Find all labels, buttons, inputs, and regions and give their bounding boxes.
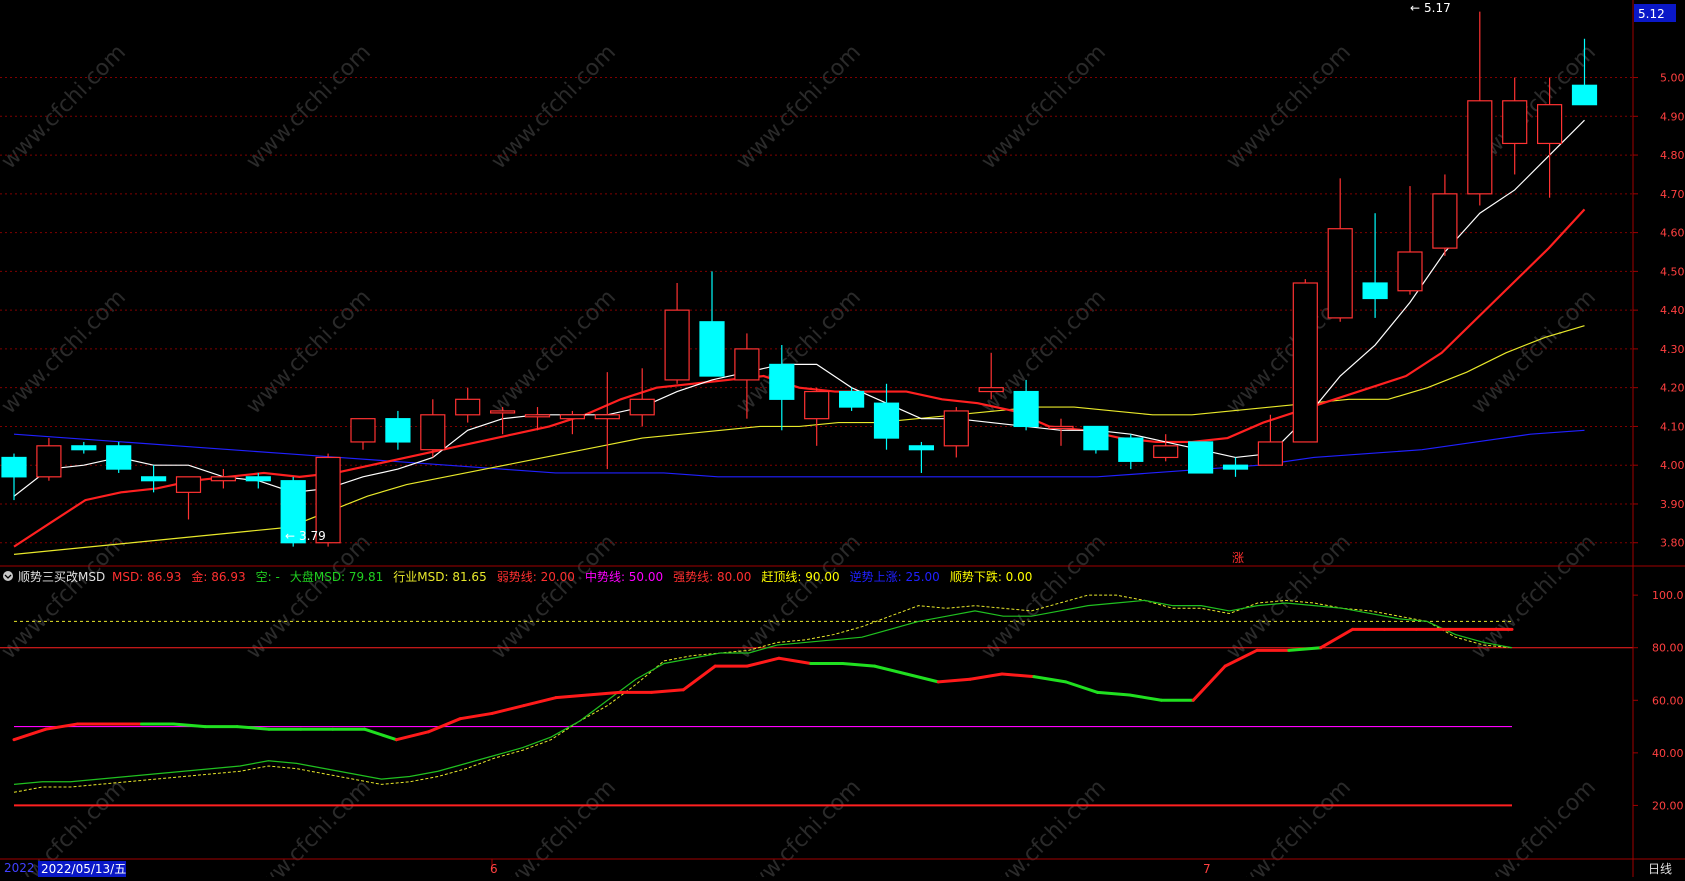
chart-background [0, 0, 1685, 877]
candle-body [1502, 100, 1528, 145]
candle-body [1187, 441, 1214, 474]
candle-body [1257, 441, 1284, 466]
indicator-tick-label: 40.00 [1652, 747, 1684, 760]
candle-body [769, 363, 795, 400]
candle-body [524, 414, 551, 418]
legend-item: 中势线: 50.00 [585, 569, 663, 584]
legend-item: 赶顶线: 90.00 [761, 570, 839, 584]
candle-body [420, 414, 446, 451]
candle-body [1571, 84, 1598, 106]
candle-body [71, 445, 97, 451]
candle-body [594, 414, 620, 420]
candle-body [1292, 282, 1318, 443]
price-tick-label: 5.00 [1660, 72, 1685, 85]
legend-item: 空: - [256, 570, 280, 584]
price-tick-label: 4.00 [1660, 459, 1685, 472]
legend-item: MSD: 86.93 [112, 570, 181, 584]
candle-body [455, 398, 481, 416]
candle-body [141, 476, 167, 482]
candle-body [385, 418, 411, 443]
candle-body [490, 410, 516, 414]
candle-body [629, 398, 655, 416]
price-tick-label: 4.40 [1660, 304, 1685, 317]
candle-body [908, 445, 935, 451]
stock-chart-window[interactable]: www.cfchi.com www.cfchi.com www.cfchi.com w… [0, 0, 1685, 881]
indicator-tick-label: 100.0 [1652, 589, 1684, 602]
candle-body [664, 309, 690, 381]
price-tick-label: 4.60 [1660, 227, 1685, 240]
candle-body [1222, 464, 1249, 470]
candle-body [1362, 282, 1388, 300]
period-label[interactable]: 日线 [1648, 862, 1672, 876]
indicator-tick-label: 80.00 [1652, 642, 1684, 655]
candle-body [210, 476, 236, 482]
candle[interactable] [1083, 425, 1109, 454]
candle-body [1013, 390, 1039, 428]
candle-body [559, 414, 586, 420]
candle-body [1536, 104, 1563, 145]
candle-body [1327, 228, 1353, 319]
legend-item: 金: 86.93 [191, 569, 245, 584]
price-tick-label: 4.70 [1660, 188, 1685, 201]
legend-collapse-icon[interactable] [3, 571, 13, 581]
candle-body [943, 410, 969, 447]
legend-item: 弱势线: 20.00 [497, 570, 575, 584]
indicator-tick-label: 20.00 [1652, 799, 1684, 812]
candle-body [245, 476, 271, 482]
candle[interactable] [1187, 441, 1214, 474]
chart-canvas[interactable]: www.cfchi.com www.cfchi.com www.cfchi.com w… [0, 0, 1685, 881]
candle[interactable] [106, 441, 132, 473]
candle-body [1397, 251, 1423, 292]
candle-body [36, 445, 62, 478]
candle-body [699, 321, 725, 377]
candle[interactable] [838, 387, 865, 411]
cursor-date-label: 2022/05/13/五 [41, 862, 126, 876]
month-label-6: 6 [490, 862, 498, 876]
indicator-legend: 顺势三买改MSD MSD: 86.93 金: 86.93 空: - 大盘MSD: 79… [3, 569, 1032, 584]
candle[interactable] [1292, 279, 1318, 443]
price-tick-label: 4.50 [1660, 265, 1685, 278]
legend-item: 强势线: 80.00 [673, 570, 751, 584]
low-arrow: ← [285, 529, 295, 543]
candle-body [175, 476, 202, 493]
legend-item: 顺势下跌: 0.00 [950, 569, 1033, 584]
price-tick-label: 4.20 [1660, 382, 1685, 395]
legend-item: 行业MSD: 81.65 [393, 570, 486, 584]
candle-body [873, 402, 900, 439]
candle-body [978, 387, 1004, 393]
legend-item: 大盘MSD: 79.81 [290, 569, 383, 584]
candle-body [350, 418, 376, 443]
current-price-label: 5.12 [1638, 7, 1665, 21]
price-tick-label: 4.90 [1660, 110, 1685, 123]
price-tick-label: 3.80 [1660, 537, 1685, 550]
candle-body [804, 390, 830, 420]
month-label-7: 7 [1203, 862, 1211, 876]
candle-body [734, 348, 760, 381]
price-tick-label: 3.90 [1660, 498, 1685, 511]
price-tick-label: 4.30 [1660, 343, 1685, 356]
high-arrow: ← [1410, 1, 1420, 15]
candle-body [1083, 425, 1109, 451]
legend-item: 逆势上涨: 25.00 [850, 569, 940, 584]
candle-body [106, 445, 132, 470]
price-tick-label: 4.80 [1660, 149, 1685, 162]
indicator-name[interactable]: 顺势三买改MSD [18, 570, 105, 584]
candle-body [1153, 445, 1179, 459]
candle-body [1467, 100, 1493, 195]
low-price-annotation: 3.79 [299, 529, 326, 543]
date-year-fragment: 2022 [4, 861, 35, 875]
candle-body [838, 390, 865, 408]
candle-body [1048, 425, 1074, 430]
candle-body [1432, 193, 1458, 249]
price-tick-label: 4.10 [1660, 420, 1685, 433]
high-price-annotation: 5.17 [1424, 1, 1451, 15]
candle-body [1, 456, 27, 478]
indicator-tick-label: 60.00 [1652, 694, 1684, 707]
candle-body [1118, 437, 1144, 462]
rise-marker: 涨 [1232, 550, 1244, 565]
